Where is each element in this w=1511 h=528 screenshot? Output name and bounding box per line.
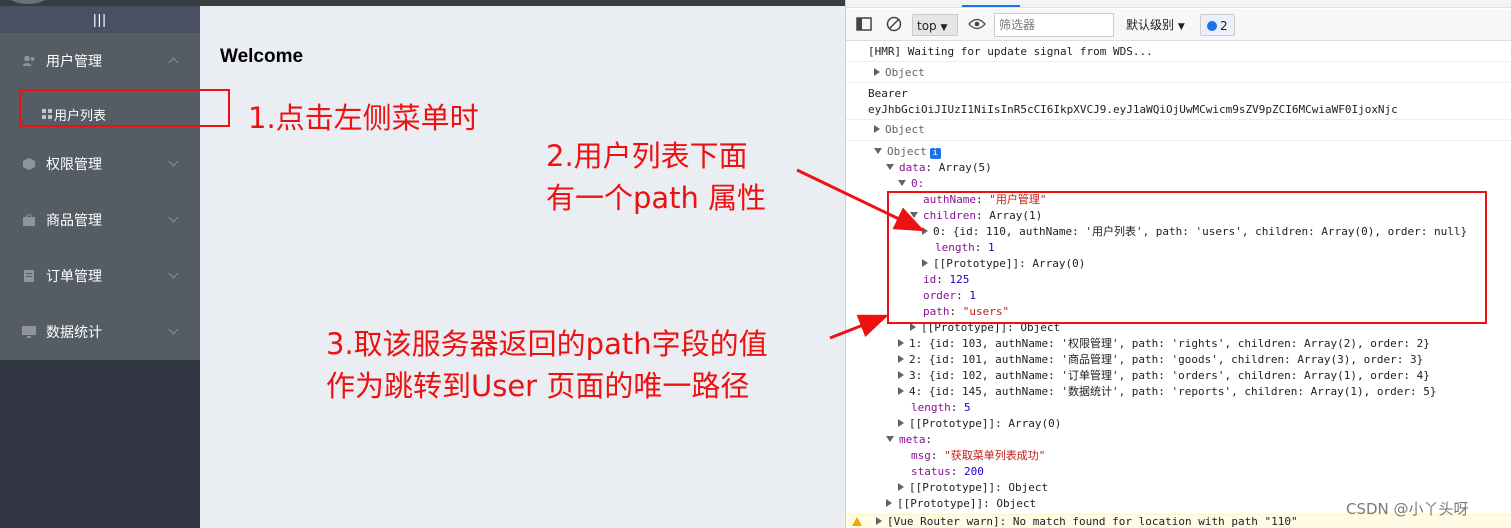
console-message: [HMR] Waiting for update signal from WDS…	[868, 45, 1153, 58]
collapse-arrow-icon	[886, 436, 894, 442]
menu-item-reports[interactable]: 数据统计	[0, 304, 200, 360]
tree-node-proto[interactable]: [[Prototype]]: Array(0)	[898, 416, 1061, 432]
menu-label: 商品管理	[46, 213, 102, 229]
console-message: Bearer	[868, 87, 908, 100]
expand-arrow-icon	[876, 517, 882, 525]
log-level-label: 默认级别	[1126, 18, 1175, 32]
expand-arrow-icon	[898, 483, 904, 491]
dropdown-triangle-icon: ▼	[1177, 22, 1185, 32]
main-content: Welcome	[200, 6, 845, 528]
console-toolbar: top ▼ 筛选器 默认级别 ▼ 2	[846, 9, 1511, 41]
tree-node-4[interactable]: 4: {id: 145, authName: '数据统计', path: 're…	[898, 384, 1436, 400]
monitor-icon	[22, 326, 36, 338]
menu-label: 数据统计	[46, 325, 102, 341]
highlight-box-menu	[19, 89, 230, 127]
welcome-heading: Welcome	[220, 46, 304, 67]
menu-item-orders[interactable]: 订单管理	[0, 248, 200, 304]
menu-item-rights[interactable]: 权限管理	[0, 136, 200, 192]
chevron-down-icon	[168, 156, 179, 167]
menu-label: 权限管理	[46, 157, 102, 173]
tree-node-1[interactable]: 1: {id: 103, authName: '权限管理', path: 'ri…	[898, 336, 1430, 352]
side-menu: ||| 用户管理 用户列表 权限管理 商品管理 订单管理 数据统计	[0, 6, 200, 360]
chevron-up-icon	[168, 57, 179, 68]
info-icon: i	[929, 148, 941, 159]
logo-avatar	[5, 0, 51, 4]
issues-count: 2	[1220, 19, 1228, 33]
chevron-down-icon	[168, 324, 179, 335]
collapse-arrow-icon	[886, 164, 894, 170]
warning-message[interactable]: [Vue Router warn]: No match found for lo…	[876, 515, 1298, 528]
box-icon	[23, 158, 35, 170]
filter-input[interactable]: 筛选器	[994, 13, 1114, 37]
expand-arrow-icon	[898, 419, 904, 427]
bag-icon	[23, 214, 35, 226]
highlight-box-children	[887, 191, 1487, 324]
document-icon	[24, 270, 34, 282]
tree-prop: length: 5	[911, 401, 971, 414]
tree-node-0[interactable]: 0:	[898, 176, 924, 192]
clear-console-icon[interactable]	[886, 16, 902, 32]
expand-arrow-icon	[898, 371, 904, 379]
chevron-down-icon	[168, 212, 179, 223]
menu-label: 订单管理	[46, 269, 102, 285]
users-icon	[22, 55, 35, 66]
menu-label: 用户管理	[46, 54, 102, 70]
annotation-step-3-line-1: 3.取该服务器返回的path字段的值	[326, 327, 768, 361]
log-level-dropdown[interactable]: 默认级别 ▼	[1126, 16, 1185, 34]
tree-node-proto[interactable]: [[Prototype]]: Object	[886, 496, 1036, 512]
expand-arrow-icon	[898, 387, 904, 395]
expand-arrow-icon	[874, 125, 880, 133]
expand-arrow-icon	[886, 499, 892, 507]
collapse-arrow-icon	[874, 148, 882, 154]
issues-badge[interactable]: 2	[1200, 14, 1235, 36]
context-select-value: top	[917, 19, 937, 33]
eye-icon[interactable]	[968, 18, 986, 30]
tree-prop: status: 200	[911, 465, 984, 478]
expand-arrow-icon	[910, 323, 916, 331]
expand-arrow-icon	[874, 68, 880, 76]
sidebar-toggle-icon[interactable]	[856, 17, 872, 31]
tree-node-2[interactable]: 2: {id: 101, authName: '商品管理', path: 'go…	[898, 352, 1423, 368]
warning-icon	[852, 517, 862, 526]
collapse-toggle-button[interactable]: |||	[0, 6, 200, 33]
menu-item-users[interactable]: 用户管理	[0, 33, 200, 89]
watermark: CSDN @小丫头呀	[1346, 500, 1469, 518]
tree-node-data[interactable]: data: Array(5)	[886, 160, 992, 176]
chevron-down-icon	[168, 268, 179, 279]
tree-node-proto[interactable]: [[Prototype]]: Object	[898, 480, 1048, 496]
menu-item-goods[interactable]: 商品管理	[0, 192, 200, 248]
expand-arrow-icon	[898, 339, 904, 347]
tree-node-meta[interactable]: meta:	[886, 432, 932, 448]
annotation-step-2-line-2: 有一个path 属性	[546, 181, 767, 215]
tree-prop: msg: "获取菜单列表成功"	[911, 449, 1046, 462]
annotation-step-2-line-1: 2.用户列表下面	[546, 139, 748, 173]
expand-arrow-icon	[898, 355, 904, 363]
tab-console-indicator[interactable]	[962, 5, 1020, 7]
dropdown-triangle-icon: ▼	[940, 23, 948, 33]
annotation-step-1: 1.点击左侧菜单时	[248, 101, 479, 135]
context-select[interactable]: top ▼	[912, 14, 958, 36]
console-object[interactable]: Object	[874, 65, 925, 81]
message-icon	[1207, 21, 1217, 31]
devtools-tabs	[846, 0, 1511, 8]
tree-node-3[interactable]: 3: {id: 102, authName: '订单管理', path: 'or…	[898, 368, 1430, 384]
collapse-arrow-icon	[898, 180, 906, 186]
console-object[interactable]: Object	[874, 122, 925, 138]
console-message-token: eyJhbGciOiJIUzI1NiIsInR5cCI6IkpXVCJ9.eyJ…	[868, 103, 1398, 116]
console-object-expanded[interactable]: Object i	[874, 144, 941, 160]
sidebar: ||| 用户管理 用户列表 权限管理 商品管理 订单管理 数据统计	[0, 6, 200, 528]
annotation-step-3-line-2: 作为跳转到User 页面的唯一路径	[326, 369, 750, 403]
